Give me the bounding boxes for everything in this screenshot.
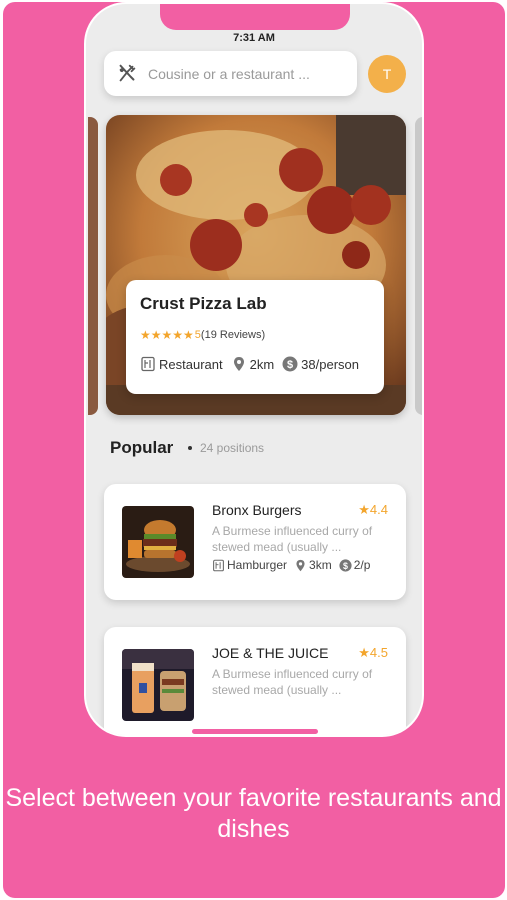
- home-indicator[interactable]: [192, 729, 318, 734]
- status-time: 7:31 AM: [233, 32, 275, 44]
- price-tag: $ 2/p: [339, 558, 371, 572]
- dish-meta: Hamburger 3km $ 2/p: [212, 558, 377, 572]
- dollar-icon: $: [339, 558, 352, 572]
- rating-row: ★★★★★ 5 (19 Reviews): [140, 328, 370, 342]
- dish-rating: ★4.5: [358, 645, 388, 661]
- svg-text:$: $: [287, 359, 293, 371]
- dish-type: Hamburger: [227, 558, 288, 572]
- separator-dot: [188, 446, 192, 450]
- restaurant-type: Restaurant: [159, 356, 223, 372]
- type-tag: Hamburger: [212, 558, 287, 572]
- juice-image: [122, 649, 194, 721]
- list-item[interactable]: Bronx Burgers ★4.4 A Burmese influenced …: [104, 484, 406, 600]
- star-icon: ★: [358, 502, 370, 517]
- dish-name: JOE & THE JUICE: [212, 645, 329, 661]
- dish-distance: 3km: [309, 558, 332, 572]
- dish-rating-value: 4.4: [369, 502, 388, 517]
- dish-price: 2/p: [353, 558, 371, 572]
- restaurant-name: Crust Pizza Lab: [140, 294, 267, 313]
- distance-tag: 3km: [294, 558, 332, 572]
- list-item[interactable]: JOE & THE JUICE ★4.5 A Burmese influence…: [104, 627, 406, 735]
- distance-tag: 2km: [231, 356, 275, 372]
- featured-restaurant-card[interactable]: Crust Pizza Lab ★★★★★ 5 (19 Reviews) Res…: [106, 115, 406, 415]
- restaurant-price: 38/person: [301, 356, 359, 372]
- star-icon: ★: [358, 645, 370, 660]
- dish-description: A Burmese influenced curry of stewed mea…: [212, 667, 373, 697]
- carousel-next-card[interactable]: [415, 117, 422, 415]
- dollar-icon: $: [282, 356, 298, 372]
- restaurant-icon: [213, 559, 224, 571]
- avatar[interactable]: T: [368, 55, 406, 93]
- dish-rating-value: 4.5: [369, 645, 388, 660]
- phone-notch: [160, 4, 350, 30]
- phone-frame: 7:31 AM T: [84, 2, 424, 737]
- location-pin-icon: [233, 357, 244, 371]
- dish-rating: ★4.4: [358, 502, 388, 518]
- popular-heading: Popular: [110, 438, 174, 457]
- restaurant-info-card[interactable]: Crust Pizza Lab ★★★★★ 5 (19 Reviews) Res…: [126, 280, 384, 394]
- review-count[interactable]: (19 Reviews): [201, 329, 265, 341]
- promo-caption: Select between your favorite restaurants…: [5, 784, 502, 843]
- restaurant-distance: 2km: [249, 356, 275, 372]
- restaurant-meta: Restaurant 2km $ 38/person: [140, 356, 370, 372]
- price-tag: $ 38/person: [282, 356, 359, 372]
- search-bar[interactable]: [104, 51, 357, 96]
- type-tag: Restaurant: [140, 356, 223, 372]
- search-input[interactable]: [148, 65, 338, 82]
- carousel-prev-card[interactable]: [88, 117, 98, 415]
- burger-image: [122, 506, 194, 578]
- restaurant-icon: [141, 356, 155, 372]
- star-rating-icon: ★★★★★: [140, 328, 194, 342]
- dish-description: A Burmese influenced curry of stewed mea…: [212, 524, 373, 554]
- svg-text:$: $: [343, 560, 348, 570]
- dish-name: Bronx Burgers: [212, 502, 302, 518]
- popular-count: 24 positions: [200, 441, 265, 455]
- location-pin-icon: [296, 559, 305, 571]
- fork-knife-icon: [119, 64, 136, 81]
